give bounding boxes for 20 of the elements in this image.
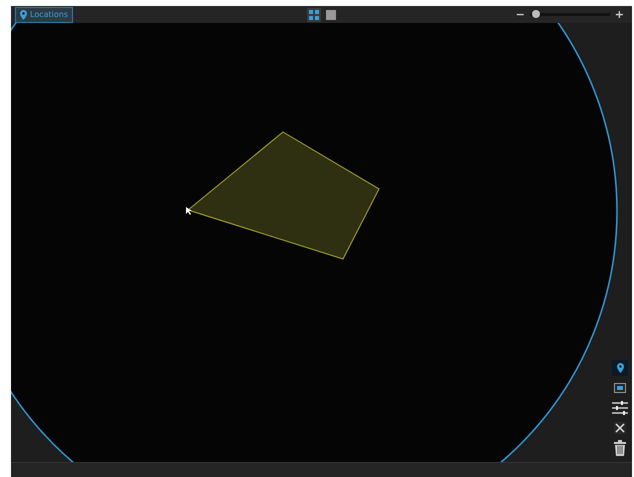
cursor-icon — [186, 207, 192, 216]
tool-button[interactable] — [612, 400, 628, 416]
location-polygon[interactable] — [186, 132, 380, 260]
trash-icon — [614, 440, 626, 456]
pin-icon — [20, 10, 27, 20]
zoom-slider-thumb[interactable] — [532, 10, 540, 18]
location-pin-icon — [616, 363, 624, 374]
zoom-out-button[interactable]: − — [514, 8, 527, 21]
square-icon — [326, 10, 336, 20]
tool-button[interactable] — [612, 360, 628, 376]
tool-button[interactable] — [612, 420, 628, 436]
screen-icon — [614, 383, 626, 394]
expand-icon — [614, 422, 626, 434]
view-mode-button[interactable] — [324, 8, 338, 22]
tool-button[interactable] — [612, 440, 628, 456]
zoom-in-button[interactable]: + — [612, 8, 626, 21]
grid-icon — [309, 10, 319, 20]
locations-tab[interactable]: Locations — [15, 6, 74, 23]
view-mode-button[interactable] — [307, 8, 321, 22]
sliders-icon — [612, 401, 628, 416]
